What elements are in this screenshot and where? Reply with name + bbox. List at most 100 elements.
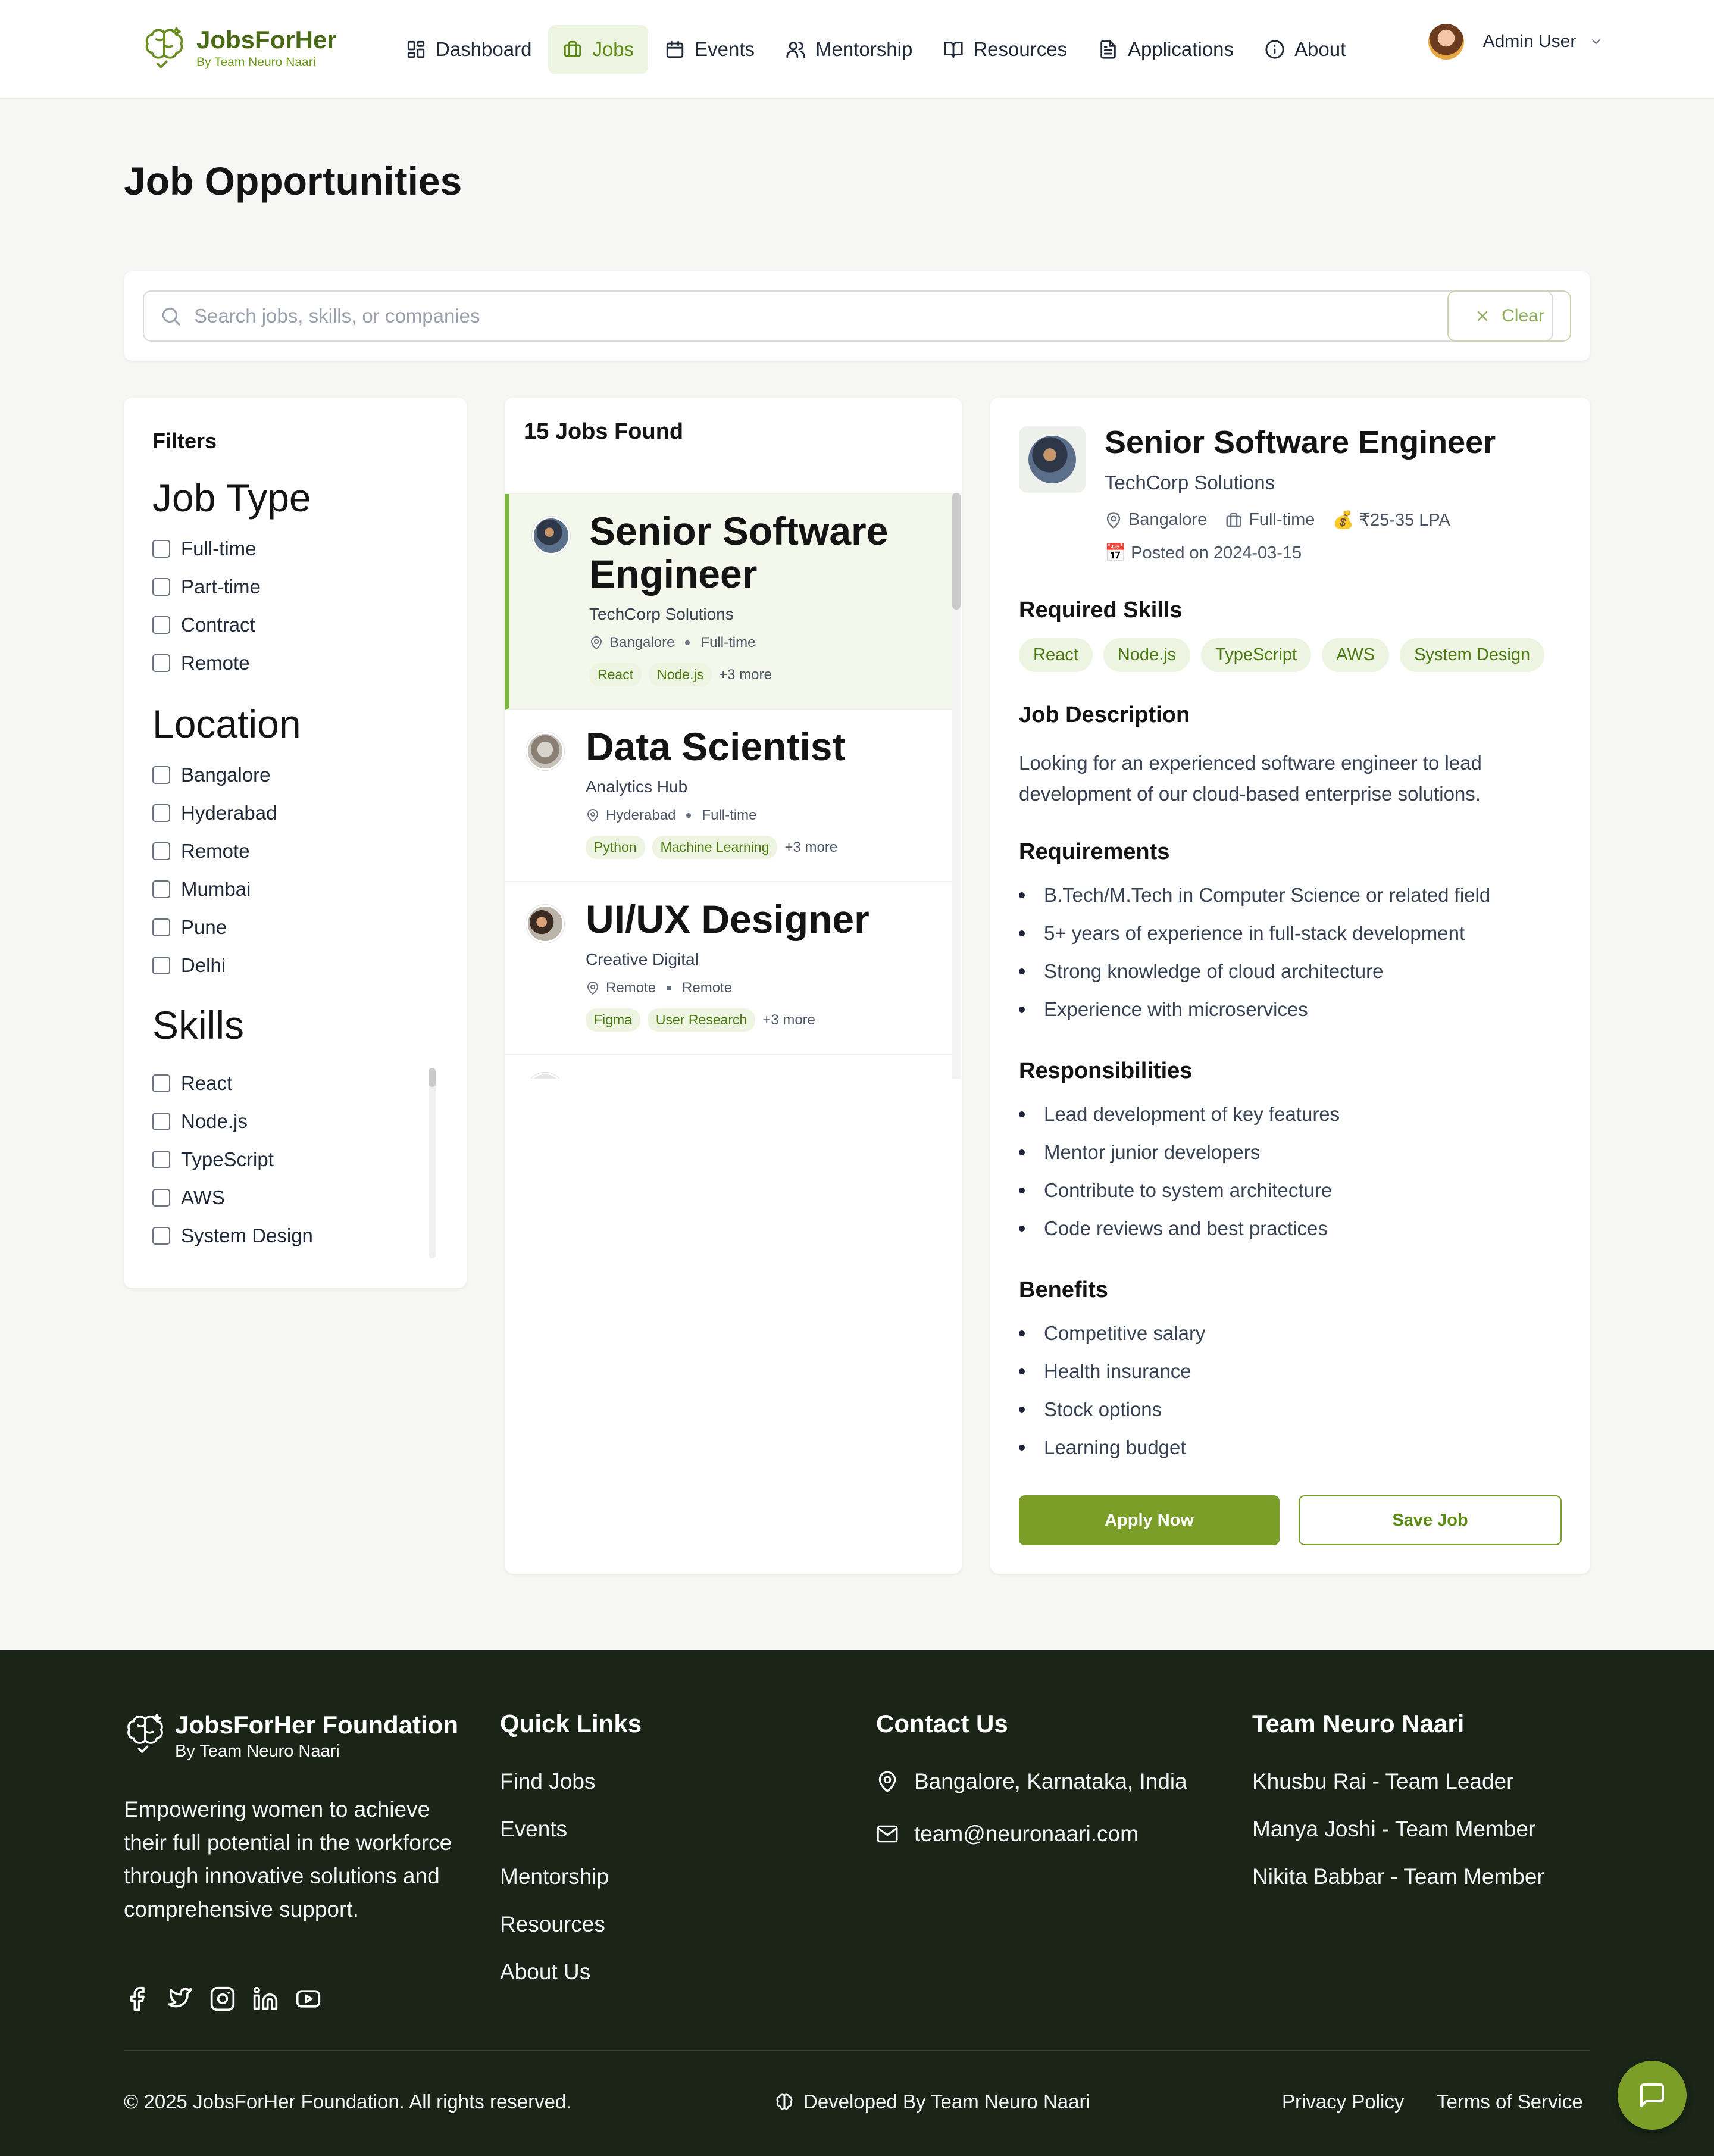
job-tags: React Node.js +3 more — [589, 663, 772, 686]
checkbox[interactable] — [152, 1227, 170, 1245]
team-heading: Team Neuro Naari — [1252, 1710, 1465, 1738]
privacy-policy-link[interactable]: Privacy Policy — [1282, 2091, 1404, 2113]
requirements-heading: Requirements — [1019, 839, 1170, 864]
requirement-item: Strong knowledge of cloud architecture — [1019, 952, 1490, 990]
filter-skill-react[interactable]: React — [152, 1071, 232, 1095]
footer-link-find-jobs[interactable]: Find Jobs — [500, 1769, 595, 1794]
detail-salary: 💰 ₹25-35 LPA — [1333, 511, 1450, 530]
checkbox[interactable] — [152, 1113, 170, 1130]
apply-now-button[interactable]: Apply Now — [1019, 1495, 1280, 1545]
footer-brand-subtitle: By Team Neuro Naari — [175, 1742, 340, 1761]
job-title: Senior Software Engineer — [589, 509, 889, 596]
filter-skill-nodejs[interactable]: Node.js — [152, 1110, 248, 1133]
scrollbar-thumb[interactable] — [952, 493, 961, 610]
checkbox[interactable] — [152, 957, 170, 974]
detail-job-type-text: Full-time — [1249, 510, 1315, 529]
contact-email[interactable]: team@neuronaari.com — [876, 1821, 1139, 1846]
job-card-partial[interactable] — [505, 1055, 953, 1079]
benefit-item: Learning budget — [1019, 1429, 1205, 1467]
user-name: Admin User — [1482, 32, 1577, 51]
filter-label: Mumbai — [181, 878, 251, 900]
checkbox[interactable] — [152, 1189, 170, 1207]
filter-skill-system-design[interactable]: System Design — [152, 1224, 313, 1248]
job-type-heading: Job Type — [152, 476, 311, 520]
job-card-data-scientist[interactable]: Data Scientist Analytics Hub Hyderabad F… — [505, 710, 953, 882]
nav-resources[interactable]: Resources — [929, 25, 1081, 74]
checkbox[interactable] — [152, 842, 170, 860]
filter-location-hyderabad[interactable]: Hyderabad — [152, 801, 277, 825]
checkbox[interactable] — [152, 1074, 170, 1092]
skill-tag: TypeScript — [1201, 638, 1312, 672]
job-description-heading: Job Description — [1019, 702, 1190, 727]
responsibility-item: Mentor junior developers — [1019, 1133, 1340, 1171]
developed-by-text: Developed By Team Neuro Naari — [803, 2091, 1090, 2113]
filter-job-type-full-time[interactable]: Full-time — [152, 537, 257, 561]
nav-about[interactable]: About — [1250, 25, 1360, 74]
nav-resources-label: Resources — [973, 38, 1068, 60]
nav-events[interactable]: Events — [650, 25, 769, 74]
twitter-icon[interactable] — [167, 1986, 193, 2012]
filter-skill-typescript[interactable]: TypeScript — [152, 1148, 274, 1171]
footer-link-mentorship[interactable]: Mentorship — [500, 1864, 609, 1889]
checkbox[interactable] — [152, 766, 170, 784]
linkedin-icon[interactable] — [252, 1986, 279, 2012]
filter-job-type-part-time[interactable]: Part-time — [152, 575, 261, 599]
filter-location-mumbai[interactable]: Mumbai — [152, 877, 251, 901]
facebook-icon[interactable] — [124, 1986, 150, 2012]
checkbox[interactable] — [152, 880, 170, 898]
terms-of-service-link[interactable]: Terms of Service — [1437, 2091, 1583, 2113]
book-icon — [944, 42, 963, 58]
checkbox[interactable] — [152, 578, 170, 596]
job-location: Hyderabad — [606, 807, 676, 823]
checkbox[interactable] — [152, 918, 170, 936]
scrollbar-thumb[interactable] — [428, 1068, 436, 1087]
job-card-ui-ux-designer[interactable]: UI/UX Designer Creative Digital Remote R… — [505, 882, 953, 1055]
map-pin-icon — [591, 636, 602, 649]
checkbox[interactable] — [152, 540, 170, 558]
detail-location: Bangalore — [1105, 510, 1207, 530]
benefit-item: Competitive salary — [1019, 1314, 1205, 1352]
location-heading: Location — [152, 702, 301, 746]
user-menu[interactable]: Admin User — [1428, 24, 1603, 60]
filter-job-type-contract[interactable]: Contract — [152, 613, 255, 637]
filter-label: AWS — [181, 1186, 225, 1208]
footer-link-resources[interactable]: Resources — [500, 1912, 605, 1937]
dashboard-icon — [407, 40, 425, 58]
filter-location-pune[interactable]: Pune — [152, 915, 227, 939]
job-card-senior-software-engineer[interactable]: Senior Software Engineer TechCorp Soluti… — [505, 494, 953, 710]
copyright: © 2025 JobsForHer Foundation. All rights… — [124, 2091, 572, 2113]
footer-link-about-us[interactable]: About Us — [500, 1960, 590, 1985]
footer-link-events[interactable]: Events — [500, 1817, 567, 1842]
filter-location-bangalore[interactable]: Bangalore — [152, 763, 270, 787]
nav-dashboard[interactable]: Dashboard — [392, 25, 546, 74]
checkbox[interactable] — [152, 1151, 170, 1168]
skill-tag: React — [589, 663, 642, 686]
search-field[interactable] — [143, 290, 1553, 342]
filter-label: React — [181, 1072, 233, 1094]
checkbox[interactable] — [152, 804, 170, 822]
filter-location-delhi[interactable]: Delhi — [152, 954, 226, 977]
nav-mentorship[interactable]: Mentorship — [771, 25, 927, 74]
job-meta: Bangalore Full-time — [589, 635, 755, 651]
instagram-icon[interactable] — [209, 1986, 236, 2012]
chevron-down-icon — [1592, 39, 1600, 44]
social-links — [124, 1986, 338, 2012]
save-job-button[interactable]: Save Job — [1299, 1495, 1562, 1545]
filter-skill-aws[interactable]: AWS — [152, 1186, 225, 1210]
nav-applications[interactable]: Applications — [1084, 25, 1248, 74]
filter-job-type-remote[interactable]: Remote — [152, 651, 250, 675]
clear-button[interactable]: Clear — [1447, 290, 1571, 342]
checkbox[interactable] — [152, 654, 170, 672]
brand-logo-link[interactable]: JobsForHer By Team Neuro Naari — [142, 24, 337, 73]
job-list-scrollbar[interactable] — [952, 493, 961, 1079]
search-input[interactable] — [194, 305, 1503, 327]
responsibilities-list: Lead development of key features Mentor … — [1019, 1095, 1340, 1248]
youtube-icon[interactable] — [295, 1986, 321, 2012]
map-pin-icon — [587, 809, 598, 822]
skills-scrollbar[interactable] — [428, 1068, 436, 1258]
chat-button[interactable] — [1618, 2061, 1687, 2130]
checkbox[interactable] — [152, 616, 170, 634]
nav-jobs[interactable]: Jobs — [548, 25, 649, 74]
filter-location-remote[interactable]: Remote — [152, 839, 250, 863]
filter-label: TypeScript — [181, 1148, 274, 1170]
